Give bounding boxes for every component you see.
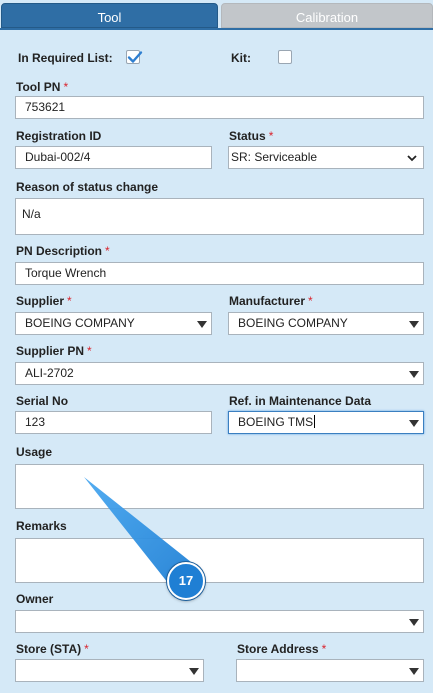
supplier-pn-label: Supplier PN * (16, 344, 92, 358)
store-address-select[interactable] (236, 659, 424, 682)
dropdown-arrow-icon (409, 320, 419, 328)
pn-description-label: PN Description * (16, 244, 110, 258)
text-cursor (314, 415, 316, 428)
in-required-list-checkbox[interactable] (126, 50, 143, 64)
tab-tool[interactable]: Tool (1, 3, 218, 28)
manufacturer-select-value: BOEING COMPANY (238, 316, 348, 330)
tool-pn-label: Tool PN * (16, 80, 69, 94)
serial-no-input[interactable]: 123 (15, 411, 212, 434)
manufacturer-label: Manufacturer * (229, 294, 313, 308)
status-label: Status * (229, 129, 274, 143)
dropdown-arrow-icon (409, 667, 419, 675)
dropdown-arrow-icon (409, 618, 419, 626)
supplier-pn-select[interactable]: ALI-2702 (15, 362, 424, 385)
kit-checkbox[interactable] (278, 50, 292, 64)
status-select-value: SR: Serviceable (231, 150, 318, 164)
supplier-select[interactable]: BOEING COMPANY (15, 312, 212, 335)
store-sta-select[interactable] (15, 659, 204, 682)
owner-select[interactable] (15, 610, 424, 633)
chevron-down-icon (407, 155, 417, 162)
callout-badge: 17 (167, 562, 205, 600)
registration-id-label: Registration ID (16, 129, 102, 143)
remarks-textarea[interactable] (15, 538, 424, 583)
supplier-label: Supplier * (16, 294, 72, 308)
kit-label: Kit: (231, 51, 251, 65)
supplier-pn-select-value: ALI-2702 (25, 366, 74, 380)
required-marker: * (268, 129, 274, 143)
remarks-label: Remarks (16, 519, 67, 533)
required-marker: * (63, 80, 69, 94)
required-marker: * (67, 294, 72, 308)
tab-calibration[interactable]: Calibration (221, 3, 433, 28)
owner-label: Owner (16, 592, 54, 606)
in-required-list-label: In Required List: (18, 51, 113, 65)
checkmark-icon (127, 51, 143, 63)
status-select[interactable]: SR: Serviceable (228, 146, 424, 169)
serial-no-label: Serial No (16, 394, 69, 408)
usage-label: Usage (16, 445, 53, 459)
required-marker: * (321, 642, 327, 656)
registration-id-input[interactable]: Dubai-002/4 (15, 146, 212, 169)
required-marker: * (308, 294, 313, 308)
required-marker: * (105, 244, 110, 258)
manufacturer-select[interactable]: BOEING COMPANY (228, 312, 424, 335)
dropdown-arrow-icon (197, 320, 207, 328)
store-sta-label: Store (STA) * (16, 642, 89, 656)
reason-status-change-textarea[interactable]: N/a (15, 198, 424, 235)
required-marker: * (87, 344, 92, 358)
ref-maintenance-data-select[interactable]: BOEING TMS (228, 411, 424, 434)
supplier-select-value: BOEING COMPANY (25, 316, 135, 330)
dropdown-arrow-icon (189, 667, 199, 675)
tab-bar: Tool Calibration (0, 0, 433, 28)
tab-underline (0, 28, 433, 30)
pn-description-input[interactable]: Torque Wrench (15, 262, 424, 285)
tool-pn-input[interactable]: 753621 (15, 96, 424, 119)
store-address-label: Store Address * (237, 642, 327, 656)
required-marker: * (84, 642, 89, 656)
dropdown-arrow-icon (409, 370, 419, 378)
dropdown-arrow-icon (409, 419, 419, 427)
reason-status-change-label: Reason of status change (16, 180, 159, 194)
usage-textarea[interactable] (15, 464, 424, 509)
ref-maintenance-data-value: BOEING TMS (238, 415, 314, 429)
ref-maintenance-data-label: Ref. in Maintenance Data (229, 394, 372, 408)
